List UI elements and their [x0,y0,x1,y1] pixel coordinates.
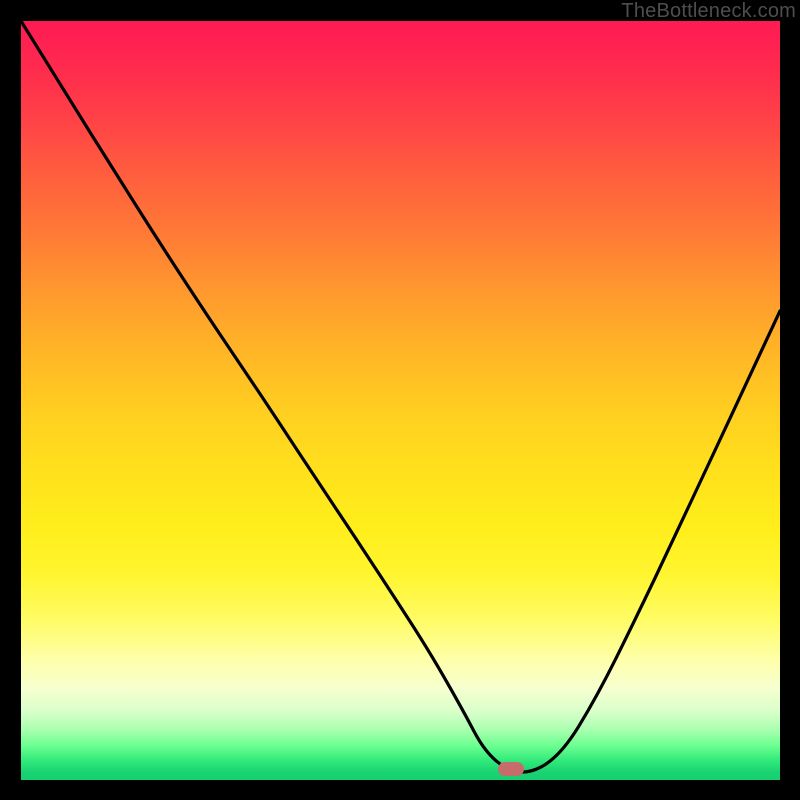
optimal-point-marker [498,762,524,776]
plot-area [21,21,780,780]
chart-frame: TheBottleneck.com [0,0,800,800]
watermark-text: TheBottleneck.com [621,0,796,23]
bottleneck-curve [21,21,780,780]
